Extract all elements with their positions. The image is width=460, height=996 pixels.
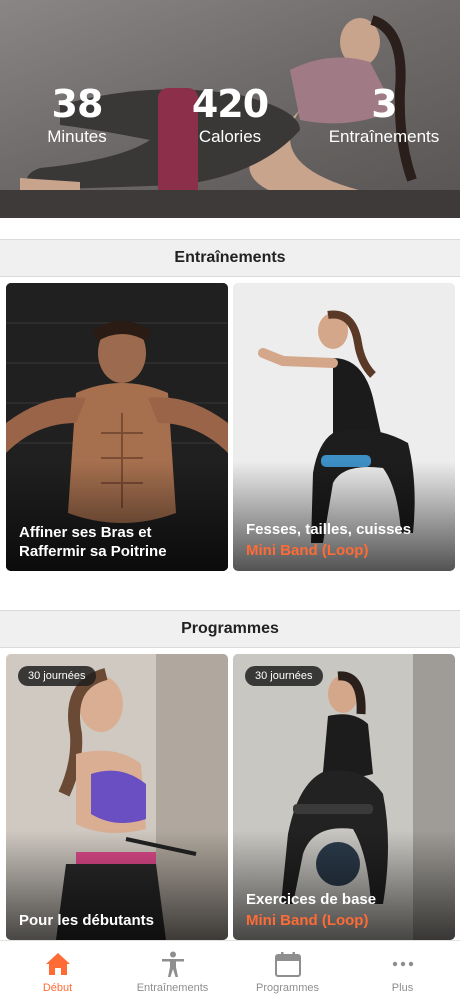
program-card-subtitle: Mini Band (Loop) <box>246 912 369 929</box>
stat-value: 3 <box>371 82 397 126</box>
stat-value: 420 <box>191 82 269 126</box>
bottom-tab-bar: Début Entraînements Programmes Plus <box>0 940 460 996</box>
section-header-programs: Programmes <box>0 610 460 648</box>
tab-programs[interactable]: Programmes <box>230 941 345 996</box>
workout-card-title: Fesses, tailles, cuisses <box>246 521 412 538</box>
stat-label: Entraînements <box>328 127 440 146</box>
tab-workouts[interactable]: Entraînements <box>115 941 230 996</box>
workout-card-title: Affiner ses Bras et Raffermir sa Poitrin… <box>19 524 167 560</box>
program-card-basics[interactable]: 30 journées Exercices de base Mini Band … <box>233 654 455 940</box>
program-card-title: Pour les débutants <box>19 912 155 929</box>
person-icon <box>161 951 184 977</box>
stat-calories: 420 Calories <box>182 84 278 148</box>
hero-banner: 38 Minutes 420 Calories 3 Entraînements <box>0 0 460 218</box>
stat-label: Minutes <box>47 127 107 146</box>
stat-workouts: 3 Entraînements <box>326 84 442 148</box>
stat-label: Calories <box>198 127 262 146</box>
program-card-beginners[interactable]: 30 journées Pour les débutants <box>6 654 228 940</box>
workout-card-arms[interactable]: Affiner ses Bras et Raffermir sa Poitrin… <box>6 283 228 571</box>
tab-label: Programmes <box>256 982 319 994</box>
workout-card-glutes[interactable]: Fesses, tailles, cuisses Mini Band (Loop… <box>233 283 455 571</box>
home-icon <box>45 953 70 975</box>
tab-label: Entraînements <box>136 982 209 994</box>
tab-label: Début <box>42 982 73 994</box>
workout-card-subtitle: Mini Band (Loop) <box>246 542 369 559</box>
stat-minutes: 38 Minutes <box>40 84 114 148</box>
program-card-title: Exercices de base <box>246 891 377 908</box>
more-dots-icon <box>392 961 413 967</box>
stat-value: 38 <box>51 82 104 126</box>
calendar-icon <box>274 952 301 977</box>
duration-badge: 30 journées <box>245 666 323 686</box>
section-header-workouts: Entraînements <box>0 239 460 277</box>
duration-badge: 30 journées <box>18 666 96 686</box>
tab-label: Plus <box>391 982 414 994</box>
tab-more[interactable]: Plus <box>345 941 460 996</box>
tab-home[interactable]: Début <box>0 941 115 996</box>
